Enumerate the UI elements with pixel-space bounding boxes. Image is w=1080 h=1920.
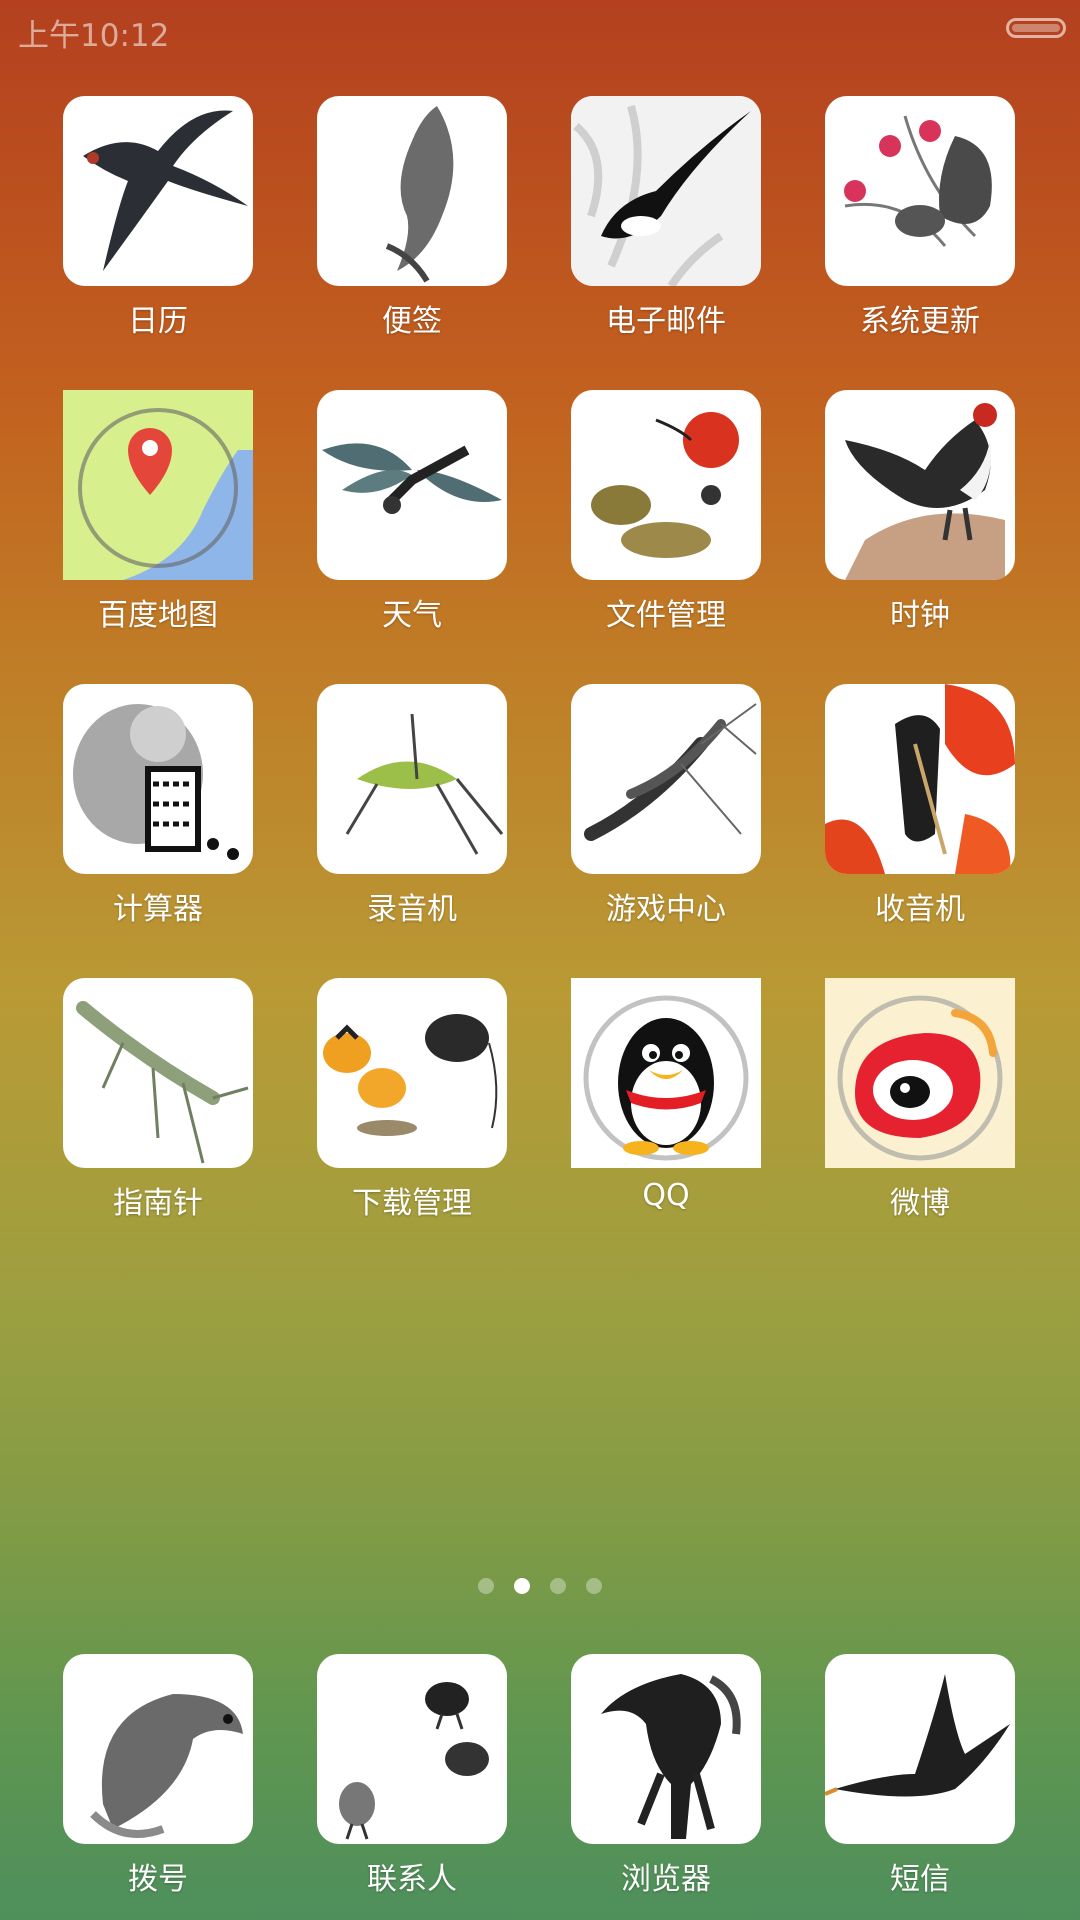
shrimp-painting-icon	[571, 684, 761, 874]
fruit-painting-icon	[571, 390, 761, 580]
app-label: 下载管理	[352, 1186, 472, 1221]
app-label: 微博	[890, 1186, 950, 1221]
app-email[interactable]: 电子邮件	[521, 96, 775, 346]
qq-penguin-icon	[571, 978, 761, 1168]
app-label: 指南针	[113, 1186, 203, 1221]
app-label: QQ	[642, 1178, 690, 1213]
app-label: 文件管理	[606, 598, 726, 633]
app-label: 时钟	[890, 598, 950, 633]
carp-painting-icon	[317, 96, 507, 286]
page-indicator[interactable]	[0, 1578, 1080, 1602]
app-label: 便签	[382, 304, 442, 339]
app-label: 系统更新	[860, 304, 980, 339]
dock-app-dialer[interactable]: 拨号	[13, 1654, 267, 1904]
abacus-painting-icon	[63, 684, 253, 874]
cicada-painting-icon	[825, 684, 1015, 874]
app-label: 短信	[890, 1862, 950, 1897]
dock: 拨号 联系人 浏览器 短信	[0, 1650, 1080, 1920]
app-calendar[interactable]: 日历	[13, 96, 267, 346]
app-qq[interactable]: QQ	[521, 978, 775, 1228]
dragonfly-painting-icon	[317, 390, 507, 580]
app-system-update[interactable]: 系统更新	[775, 96, 1029, 346]
app-weather[interactable]: 天气	[267, 390, 521, 640]
app-label: 日历	[128, 304, 188, 339]
dock-app-contacts[interactable]: 联系人	[267, 1654, 521, 1904]
app-label: 收音机	[875, 892, 965, 927]
app-label: 拨号	[128, 1862, 188, 1897]
app-download-manager[interactable]: 下载管理	[267, 978, 521, 1228]
map-pin-icon	[63, 390, 253, 580]
app-baidu-map[interactable]: 百度地图	[13, 390, 267, 640]
app-label: 浏览器	[621, 1862, 711, 1897]
dock-app-browser[interactable]: 浏览器	[521, 1654, 775, 1904]
chicks-painting-icon	[317, 1654, 507, 1844]
fish-painting-icon	[63, 1654, 253, 1844]
horse-painting-icon	[571, 1654, 761, 1844]
app-label: 游戏中心	[606, 892, 726, 927]
app-label: 电子邮件	[606, 304, 726, 339]
mantis-painting-icon	[63, 978, 253, 1168]
app-notes[interactable]: 便签	[267, 96, 521, 346]
squirrel-flowers-painting-icon	[825, 96, 1015, 286]
app-calculator[interactable]: 计算器	[13, 684, 267, 934]
app-radio[interactable]: 收音机	[775, 684, 1029, 934]
app-clock[interactable]: 时钟	[775, 390, 1029, 640]
rooster-painting-icon	[825, 390, 1015, 580]
app-grid: 日历 便签 电子邮件 系统更新 百度地图 天气 文件管理 时钟 计算器 录音机 …	[0, 0, 1080, 1300]
page-dot[interactable]	[586, 1578, 602, 1594]
app-file-manager[interactable]: 文件管理	[521, 390, 775, 640]
app-label: 计算器	[113, 892, 203, 927]
weibo-icon	[825, 978, 1015, 1168]
goose-painting-icon	[825, 1654, 1015, 1844]
page-dot-active[interactable]	[514, 1578, 530, 1594]
app-label: 联系人	[367, 1862, 457, 1897]
app-label: 天气	[382, 598, 442, 633]
app-label: 录音机	[367, 892, 457, 927]
app-weibo[interactable]: 微博	[775, 978, 1029, 1228]
magpie-painting-icon	[571, 96, 761, 286]
app-recorder[interactable]: 录音机	[267, 684, 521, 934]
cricket-painting-icon	[317, 684, 507, 874]
swallow-painting-icon	[63, 96, 253, 286]
app-label: 百度地图	[98, 598, 218, 633]
page-dot[interactable]	[478, 1578, 494, 1594]
persimmon-mouse-painting-icon	[317, 978, 507, 1168]
page-dot[interactable]	[550, 1578, 566, 1594]
dock-app-messages[interactable]: 短信	[775, 1654, 1029, 1904]
app-compass[interactable]: 指南针	[13, 978, 267, 1228]
app-game-center[interactable]: 游戏中心	[521, 684, 775, 934]
